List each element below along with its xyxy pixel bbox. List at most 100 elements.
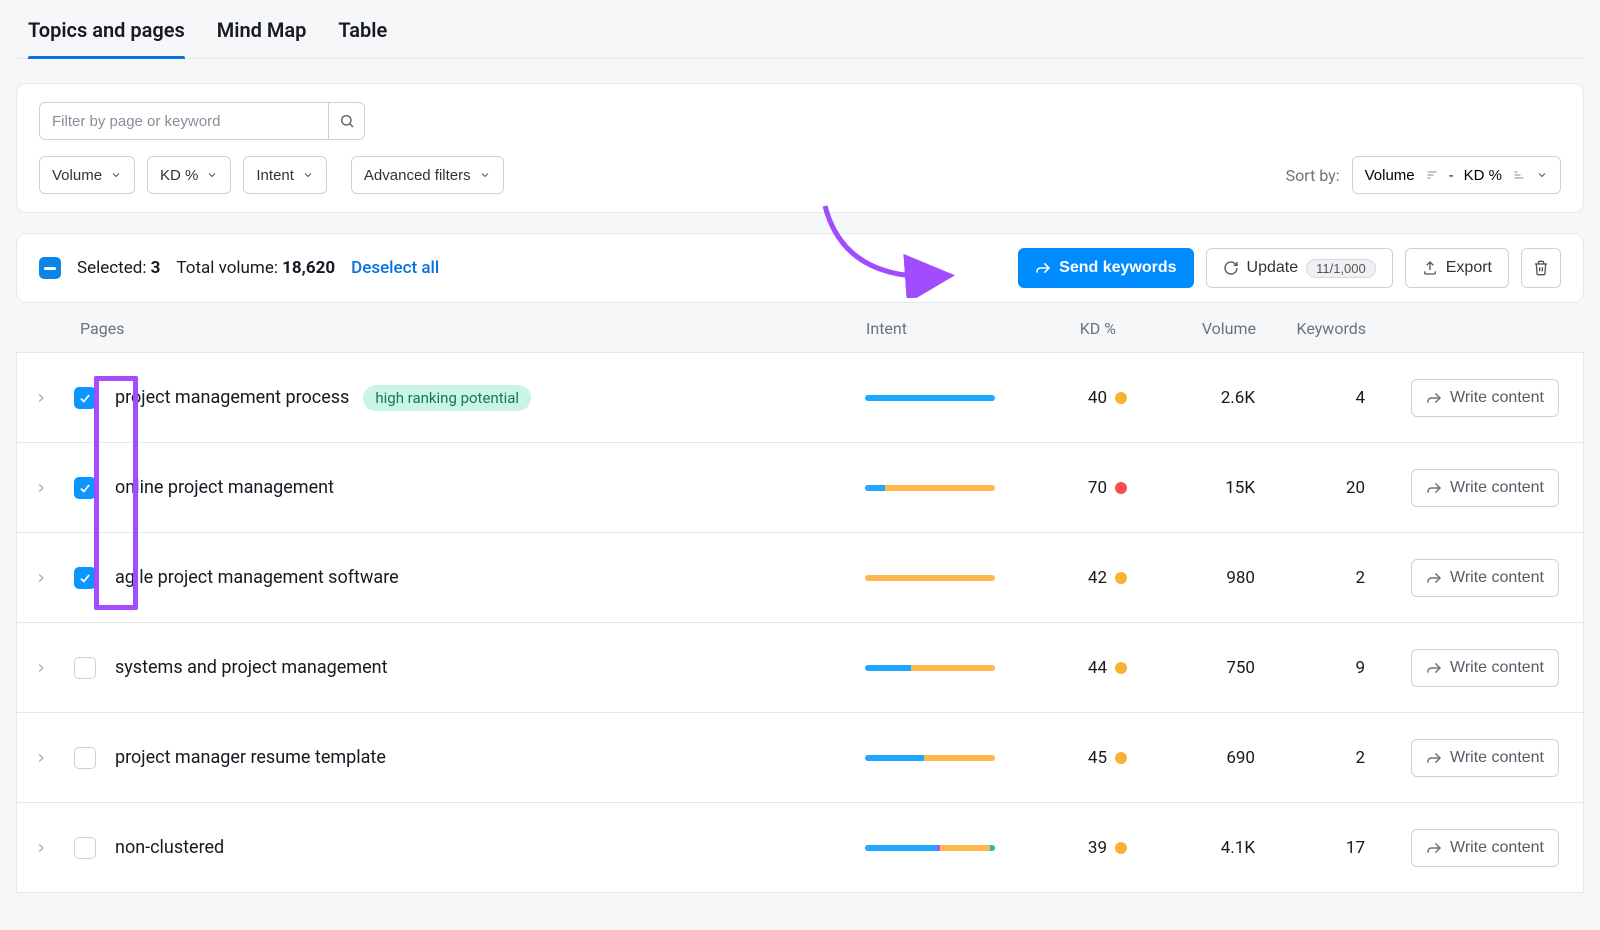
sort-desc-icon	[1425, 169, 1439, 181]
write-content-button[interactable]: Write content	[1411, 469, 1559, 507]
intent-cell	[865, 845, 1035, 851]
sort-button[interactable]: Volume - KD %	[1352, 156, 1561, 194]
table-body: project management processhigh ranking p…	[16, 352, 1584, 893]
write-content-label: Write content	[1450, 569, 1544, 587]
write-content-label: Write content	[1450, 479, 1544, 497]
page-title[interactable]: non-clustered	[115, 837, 224, 858]
sort-asc-icon	[1512, 169, 1526, 181]
row-checkbox-wrap	[55, 387, 115, 409]
kd-value: 44	[1088, 658, 1107, 678]
action-cell: Write content	[1375, 829, 1559, 867]
row-checkbox-wrap	[55, 567, 115, 589]
kd-cell: 39	[1035, 838, 1135, 858]
page-title[interactable]: agile project management software	[115, 567, 399, 588]
page-title[interactable]: project manager resume template	[115, 747, 386, 768]
kd-difficulty-dot	[1115, 482, 1127, 494]
filter-intent[interactable]: Intent	[243, 156, 327, 194]
chevron-down-icon	[110, 169, 122, 181]
update-button[interactable]: Update 11/1,000	[1206, 248, 1393, 288]
expand-toggle[interactable]	[27, 751, 55, 765]
write-content-button[interactable]: Write content	[1411, 649, 1559, 687]
selected-label: Selected: 3	[77, 258, 160, 278]
filter-chips: Volume KD % Intent Advanced filters	[39, 156, 504, 194]
export-label: Export	[1446, 259, 1492, 277]
intent-bar	[865, 395, 995, 401]
action-cell: Write content	[1375, 649, 1559, 687]
share-arrow-icon	[1426, 480, 1442, 496]
export-button[interactable]: Export	[1405, 248, 1509, 288]
kd-value: 70	[1088, 478, 1107, 498]
keywords-cell: 2	[1255, 568, 1375, 588]
chevron-right-icon	[34, 751, 48, 765]
deselect-all-link[interactable]: Deselect all	[351, 258, 439, 278]
table-row: systems and project management447509Writ…	[16, 623, 1584, 713]
write-content-label: Write content	[1450, 839, 1544, 857]
filter-kd[interactable]: KD %	[147, 156, 231, 194]
write-content-button[interactable]: Write content	[1411, 379, 1559, 417]
send-keywords-button[interactable]: Send keywords	[1018, 248, 1193, 288]
row-checkbox[interactable]	[74, 837, 96, 859]
share-arrow-icon	[1426, 570, 1442, 586]
action-cell: Write content	[1375, 469, 1559, 507]
row-checkbox[interactable]	[74, 567, 96, 589]
write-content-button[interactable]: Write content	[1411, 739, 1559, 777]
selection-info: Selected: 3 Total volume: 18,620 Deselec…	[39, 257, 439, 279]
chevron-right-icon	[34, 481, 48, 495]
intent-bar	[865, 575, 995, 581]
sort-primary: Volume	[1365, 167, 1415, 184]
expand-toggle[interactable]	[27, 481, 55, 495]
kd-cell: 45	[1035, 748, 1135, 768]
volume-cell: 690	[1135, 748, 1255, 768]
write-content-button[interactable]: Write content	[1411, 829, 1559, 867]
kd-value: 40	[1088, 388, 1107, 408]
tab-topics-and-pages[interactable]: Topics and pages	[28, 18, 185, 58]
kd-difficulty-dot	[1115, 752, 1127, 764]
search-icon	[339, 113, 355, 129]
row-checkbox-wrap	[55, 477, 115, 499]
check-icon	[78, 571, 92, 585]
sort-secondary: KD %	[1464, 167, 1502, 184]
share-arrow-icon	[1426, 750, 1442, 766]
write-content-label: Write content	[1450, 749, 1544, 767]
chevron-right-icon	[34, 571, 48, 585]
row-checkbox[interactable]	[74, 387, 96, 409]
expand-toggle[interactable]	[27, 571, 55, 585]
row-checkbox-wrap	[55, 837, 115, 859]
chevron-down-icon	[479, 169, 491, 181]
table-row: agile project management software429802W…	[16, 533, 1584, 623]
check-icon	[78, 391, 92, 405]
search-button[interactable]	[329, 102, 365, 140]
page-title[interactable]: online project management	[115, 477, 334, 498]
row-checkbox[interactable]	[74, 657, 96, 679]
write-content-button[interactable]: Write content	[1411, 559, 1559, 597]
selection-bar: Selected: 3 Total volume: 18,620 Deselec…	[16, 233, 1584, 303]
row-checkbox[interactable]	[74, 477, 96, 499]
expand-toggle[interactable]	[27, 661, 55, 675]
intent-cell	[865, 665, 1035, 671]
intent-bar	[865, 665, 995, 671]
volume-cell: 15K	[1135, 478, 1255, 498]
col-intent: Intent	[866, 319, 1036, 338]
update-label: Update	[1247, 259, 1299, 277]
filter-volume[interactable]: Volume	[39, 156, 135, 194]
col-kd: KD %	[1036, 319, 1136, 338]
filter-intent-label: Intent	[256, 167, 294, 184]
filter-kd-label: KD %	[160, 167, 198, 184]
bulk-checkbox-indeterminate[interactable]	[39, 257, 61, 279]
row-checkbox[interactable]	[74, 747, 96, 769]
chevron-right-icon	[34, 391, 48, 405]
expand-toggle[interactable]	[27, 841, 55, 855]
table-row: non-clustered394.1K17Write content	[16, 803, 1584, 893]
filter-input[interactable]	[39, 102, 329, 140]
chevron-right-icon	[34, 661, 48, 675]
intent-cell	[865, 575, 1035, 581]
filter-advanced[interactable]: Advanced filters	[351, 156, 504, 194]
delete-button[interactable]	[1521, 248, 1561, 288]
tab-mind-map[interactable]: Mind Map	[217, 18, 307, 58]
volume-cell: 4.1K	[1135, 838, 1255, 858]
tab-table[interactable]: Table	[338, 18, 387, 58]
kd-difficulty-dot	[1115, 392, 1127, 404]
page-title[interactable]: project management process	[115, 387, 349, 408]
page-title[interactable]: systems and project management	[115, 657, 387, 678]
expand-toggle[interactable]	[27, 391, 55, 405]
